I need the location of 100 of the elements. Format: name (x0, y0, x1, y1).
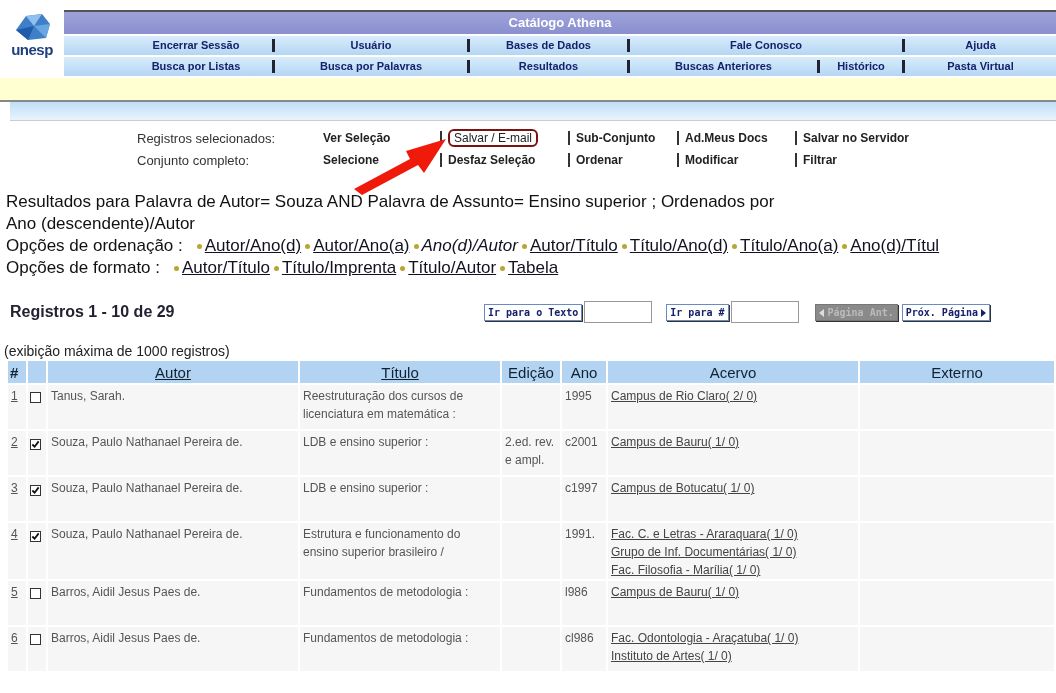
menu-link[interactable]: Histórico (837, 60, 885, 72)
holding-link[interactable]: Fac. Odontologia - Araçatuba( 1/ 0) (611, 629, 799, 647)
bullet-icon (305, 243, 311, 249)
menu-link[interactable]: Usuário (350, 39, 392, 51)
menu-link[interactable]: Ajuda (965, 39, 996, 51)
action-link[interactable]: Ad.Meus Docs (685, 131, 768, 145)
record-number-link[interactable]: 1 (8, 385, 26, 429)
holding-link[interactable]: Fac. C. e Letras - Araraquara( 1/ 0) (611, 525, 798, 543)
goto-button[interactable]: Ir para # (666, 303, 729, 321)
menu-link[interactable]: Busca por Listas (151, 60, 241, 72)
sort-option[interactable]: Título/Ano(d) (629, 235, 729, 257)
logo-text: unesp (11, 42, 53, 58)
holding-link[interactable]: Fac. Filosofia - Marília( 1/ 0) (611, 561, 761, 579)
checkbox[interactable] (30, 588, 41, 599)
menu-link[interactable]: Pasta Virtual (947, 60, 1014, 72)
holding-link[interactable]: Instituto de Artes( 1/ 0) (611, 647, 732, 665)
record-number-link[interactable]: 3 (8, 477, 26, 521)
table-cell: Estrutura e funcionamento do ensino superior brasileiro / (300, 523, 500, 579)
table-cell: 2.ed. rev. e ampl. (502, 431, 560, 475)
checkbox[interactable] (30, 485, 41, 496)
bullet-icon (621, 243, 627, 249)
column-sort-link[interactable]: Título (300, 361, 500, 383)
action-link[interactable]: Salvar / E-mail (448, 129, 539, 147)
record-number-link[interactable]: 4 (8, 523, 26, 579)
menu-link[interactable]: Fale Conosco (729, 39, 803, 51)
record-number-link[interactable]: 6 (8, 627, 26, 671)
action-link[interactable]: Sub-Conjunto (576, 131, 656, 145)
input-field[interactable] (730, 301, 799, 323)
bullet-icon (500, 265, 506, 271)
bullet-icon (174, 265, 180, 271)
bullet-icon (732, 243, 738, 249)
table-cell: LDB e ensino superior : (300, 431, 500, 475)
column-header: # (8, 361, 26, 383)
column-header: Ano (562, 361, 606, 383)
sort-option[interactable]: Autor/Ano(d) (204, 235, 302, 257)
table-cell: c2001 (562, 431, 606, 475)
menu-link[interactable]: Bases de Dados (506, 39, 591, 51)
column-header: Externo (860, 361, 1054, 383)
column-header: Edição (502, 361, 560, 383)
bullet-icon (521, 243, 527, 249)
action-link[interactable]: Ver Seleção (323, 131, 391, 145)
sort-option[interactable]: Título/Ano(a) (740, 235, 839, 257)
action-label: Conjunto completo: (137, 152, 250, 168)
option-label: Opções de ordenação : (6, 235, 183, 257)
checkbox[interactable] (30, 439, 41, 450)
column-header: Acervo (608, 361, 858, 383)
record-number-link[interactable]: 2 (8, 431, 26, 475)
format-option[interactable]: Título/Autor (408, 257, 497, 279)
bullet-icon (196, 243, 202, 249)
table-cell: l986 (562, 581, 606, 625)
max-records-note: (exibição máxima de 1000 registros) (3, 343, 231, 359)
bullet-icon (413, 243, 419, 249)
table-cell: 1991. (562, 523, 606, 579)
sort-option[interactable]: Autor/Título (529, 235, 618, 257)
table-cell: c1997 (562, 477, 606, 521)
records-count: Registros 1 - 10 de 29 (10, 303, 176, 321)
results-description: Resultados para Palavra de Autor= Souza AND Palavra de Assunto= Ensino superior ; Ordenados por Ano (descendente)/Autor (5, 191, 776, 235)
format-option[interactable]: Título/Imprenta (281, 257, 397, 279)
column-header-background (28, 361, 46, 383)
table-cell: Barros, Aidil Jesus Paes de. (48, 627, 298, 671)
column-sort-link[interactable]: Autor (48, 361, 298, 383)
format-option[interactable]: Tabela (508, 257, 559, 279)
table-cell: LDB e ensino superior : (300, 477, 500, 521)
table-cell: Barros, Aidil Jesus Paes de. (48, 581, 298, 625)
checkbox[interactable] (30, 531, 41, 542)
checkbox[interactable] (30, 634, 41, 645)
bullet-icon (400, 265, 406, 271)
action-link[interactable]: Selecione (323, 153, 380, 167)
page-title: Catálogo Athena (508, 15, 612, 30)
bullet-icon (273, 265, 279, 271)
format-option[interactable]: Autor/Título (182, 257, 270, 279)
sort-option[interactable]: Ano(d)/Títul (850, 235, 940, 257)
menu-link[interactable]: Buscas Anteriores (675, 60, 772, 72)
input-field[interactable] (584, 301, 653, 323)
action-link[interactable]: Ordenar (576, 153, 623, 167)
action-label: Registros selecionados: (137, 130, 277, 146)
table-cell: Reestruturação dos cursos de licenciatura em matemática : (300, 385, 500, 429)
table-cell: Tanus, Sarah. (48, 385, 298, 429)
holding-link[interactable]: Grupo de Inf. Documentárias( 1/ 0) (611, 543, 797, 561)
sort-option[interactable]: Autor/Ano(a) (313, 235, 410, 257)
sort-option[interactable]: Ano(d)/Autor (421, 235, 518, 257)
menu-link[interactable]: Busca por Palavras (319, 60, 423, 72)
table-cell: Fundamentos de metodologia : (300, 581, 500, 625)
goto-button[interactable]: Ir para o Texto (484, 303, 583, 321)
table-cell: Souza, Paulo Nathanael Pereira de. (48, 477, 298, 521)
menu-link[interactable]: Encerrar Sessão (152, 39, 240, 51)
action-link[interactable]: Modificar (685, 153, 739, 167)
bullet-icon (842, 243, 848, 249)
record-number-link[interactable]: 5 (8, 581, 26, 625)
table-cell: Fundamentos de metodologia : (300, 627, 500, 671)
action-link[interactable]: Filtrar (803, 153, 837, 167)
action-link[interactable]: Salvar no Servidor (803, 131, 910, 145)
table-cell: 1995 (562, 385, 606, 429)
checkbox[interactable] (30, 392, 41, 403)
menu-link[interactable]: Resultados (518, 60, 579, 72)
action-link[interactable]: Desfaz Seleção (448, 153, 536, 167)
table-cell: Souza, Paulo Nathanael Pereira de. (48, 431, 298, 475)
table-cell: Souza, Paulo Nathanael Pereira de. (48, 523, 298, 579)
table-cell: cl986 (562, 627, 606, 671)
next-page-button[interactable]: Próx. Página (901, 303, 990, 321)
